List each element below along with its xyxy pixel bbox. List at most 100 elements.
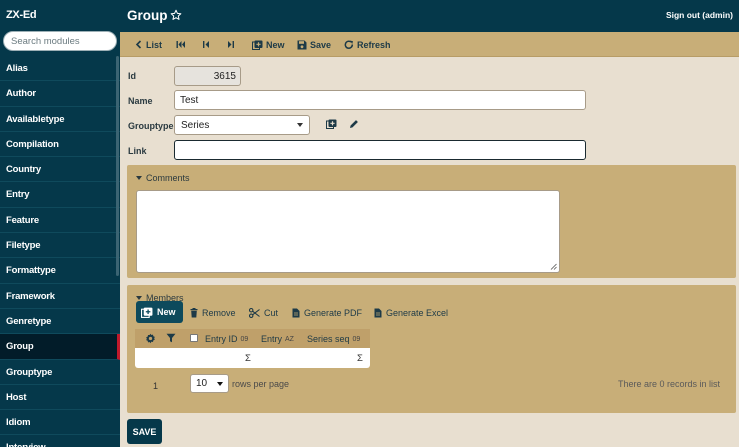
add-box-icon [252, 40, 263, 50]
remove-member-label: Remove [202, 308, 236, 318]
step-back-icon [202, 40, 210, 49]
filter-icon[interactable] [166, 333, 176, 343]
column-entry[interactable]: Entry AZ [261, 334, 294, 344]
sidebar-item-filetype[interactable]: Filetype [0, 233, 120, 259]
sum-entry-id: Σ [245, 353, 251, 364]
step-forward-icon [227, 40, 235, 49]
sidebar-scrollbar[interactable] [116, 56, 119, 276]
resize-handle-icon[interactable] [550, 263, 557, 270]
toolbar: List New Save Refresh [120, 32, 739, 57]
column-entry-id[interactable]: Entry ID 09 [205, 334, 248, 344]
save-toolbar-button[interactable]: Save [297, 38, 331, 51]
sign-out-link[interactable]: Sign out (admin) [666, 10, 733, 20]
sidebar-item-availabletype[interactable]: Availabletype [0, 107, 120, 132]
chevron-down-icon [297, 123, 303, 127]
add-grouptype-icon[interactable] [326, 119, 337, 129]
sidebar-item-interview[interactable]: Interview [0, 435, 120, 447]
rows-per-page-value: 10 [196, 378, 208, 389]
new-button[interactable]: New [252, 38, 285, 51]
page-title: Group [127, 8, 168, 23]
records-count: There are 0 records in list [617, 379, 720, 389]
sidebar-item-framework[interactable]: Framework [0, 284, 120, 309]
save-button[interactable]: SAVE [127, 419, 162, 444]
new-member-label: New [157, 307, 176, 317]
floppy-disk-icon [297, 40, 307, 50]
top-bar: Group Sign out (admin) [120, 0, 739, 32]
generate-excel-label: Generate Excel [386, 308, 449, 318]
grouptype-select-value: Series [181, 119, 210, 131]
first-record-button[interactable] [176, 38, 186, 51]
new-member-button[interactable]: New [136, 301, 183, 323]
sidebar-item-genretype[interactable]: Genretype [0, 309, 120, 335]
list-button[interactable]: List [135, 38, 162, 51]
sort-alpha-icon: AZ [285, 335, 294, 343]
checkbox[interactable] [190, 334, 198, 342]
sidebar-item-entry[interactable]: Entry [0, 182, 120, 208]
remove-member-button[interactable]: Remove [190, 303, 236, 323]
column-series-seq[interactable]: Series seq 09 [307, 334, 360, 344]
sidebar-item-grouptype[interactable]: Grouptype [0, 360, 120, 385]
next-record-button[interactable] [227, 38, 235, 51]
link-field[interactable] [174, 140, 586, 160]
column-series-seq-label: Series seq [307, 334, 350, 344]
caret-down-icon [136, 176, 142, 180]
chevron-left-icon [135, 40, 143, 49]
sort-numeric-icon: 09 [240, 335, 249, 343]
star-icon[interactable] [170, 9, 182, 21]
comments-title: Comments [146, 173, 190, 183]
module-search-input[interactable] [3, 31, 117, 51]
cut-member-label: Cut [264, 308, 279, 318]
rows-per-page-label: rows per page [232, 379, 290, 389]
caret-down-icon [136, 296, 142, 300]
grouptype-select[interactable]: Series [174, 115, 310, 135]
gear-icon[interactable] [145, 333, 156, 344]
comments-panel-header[interactable]: Comments [136, 173, 190, 183]
brand-logo[interactable]: ZX-Ed [0, 0, 120, 30]
refresh-button[interactable]: Refresh [344, 38, 391, 51]
save-toolbar-label: Save [310, 39, 332, 50]
generate-pdf-label: Generate PDF [304, 308, 363, 318]
generate-pdf-button[interactable]: Generate PDF [292, 303, 362, 323]
document-icon [374, 308, 382, 318]
link-label: Link [128, 146, 147, 156]
sidebar-item-feature[interactable]: Feature [0, 208, 120, 234]
skip-first-icon [176, 40, 186, 49]
id-field [174, 66, 241, 86]
module-list: Alias Author Availabletype Compilation C… [0, 56, 120, 447]
generate-excel-button[interactable]: Generate Excel [374, 303, 448, 323]
column-entry-label: Entry [261, 334, 283, 344]
new-button-label: New [266, 39, 285, 50]
edit-pencil-icon[interactable] [349, 119, 359, 129]
list-button-label: List [146, 39, 163, 50]
sidebar-item-country[interactable]: Country [0, 157, 120, 183]
previous-record-button[interactable] [202, 38, 210, 51]
members-panel: Members New Remove Cut Generate PDF Gene… [127, 285, 736, 413]
name-field[interactable] [174, 90, 586, 110]
comments-textarea[interactable] [136, 190, 560, 273]
grouptype-label: Grouptype [128, 121, 174, 131]
sidebar-item-author[interactable]: Author [0, 81, 120, 107]
select-all-checkbox[interactable] [190, 334, 198, 342]
members-grid-header: Entry ID 09 Entry AZ Series seq 09 [135, 329, 370, 348]
members-summary-row: Σ Σ [135, 348, 370, 368]
rows-per-page-select[interactable]: 10 [190, 374, 229, 393]
sidebar-item-compilation[interactable]: Compilation [0, 132, 120, 158]
scissors-icon [249, 308, 260, 318]
name-label: Name [128, 96, 153, 106]
sidebar-item-host[interactable]: Host [0, 385, 120, 411]
chevron-down-icon [217, 381, 223, 386]
comments-panel: Comments [127, 165, 736, 278]
sidebar-item-group[interactable]: Group [0, 334, 120, 360]
sidebar-item-formattype[interactable]: Formattype [0, 258, 120, 284]
sidebar-item-alias[interactable]: Alias [0, 56, 120, 82]
document-icon [292, 308, 300, 318]
add-box-icon [141, 307, 153, 318]
sum-series-seq: Σ [357, 353, 363, 364]
column-entry-id-label: Entry ID [205, 334, 238, 344]
sidebar-item-idiom[interactable]: Idiom [0, 410, 120, 436]
id-label: Id [128, 71, 136, 81]
cut-member-button[interactable]: Cut [249, 303, 278, 323]
page-number[interactable]: 1 [153, 381, 158, 391]
refresh-button-label: Refresh [357, 39, 391, 50]
sidebar: ZX-Ed Alias Author Availabletype Compila… [0, 0, 120, 447]
